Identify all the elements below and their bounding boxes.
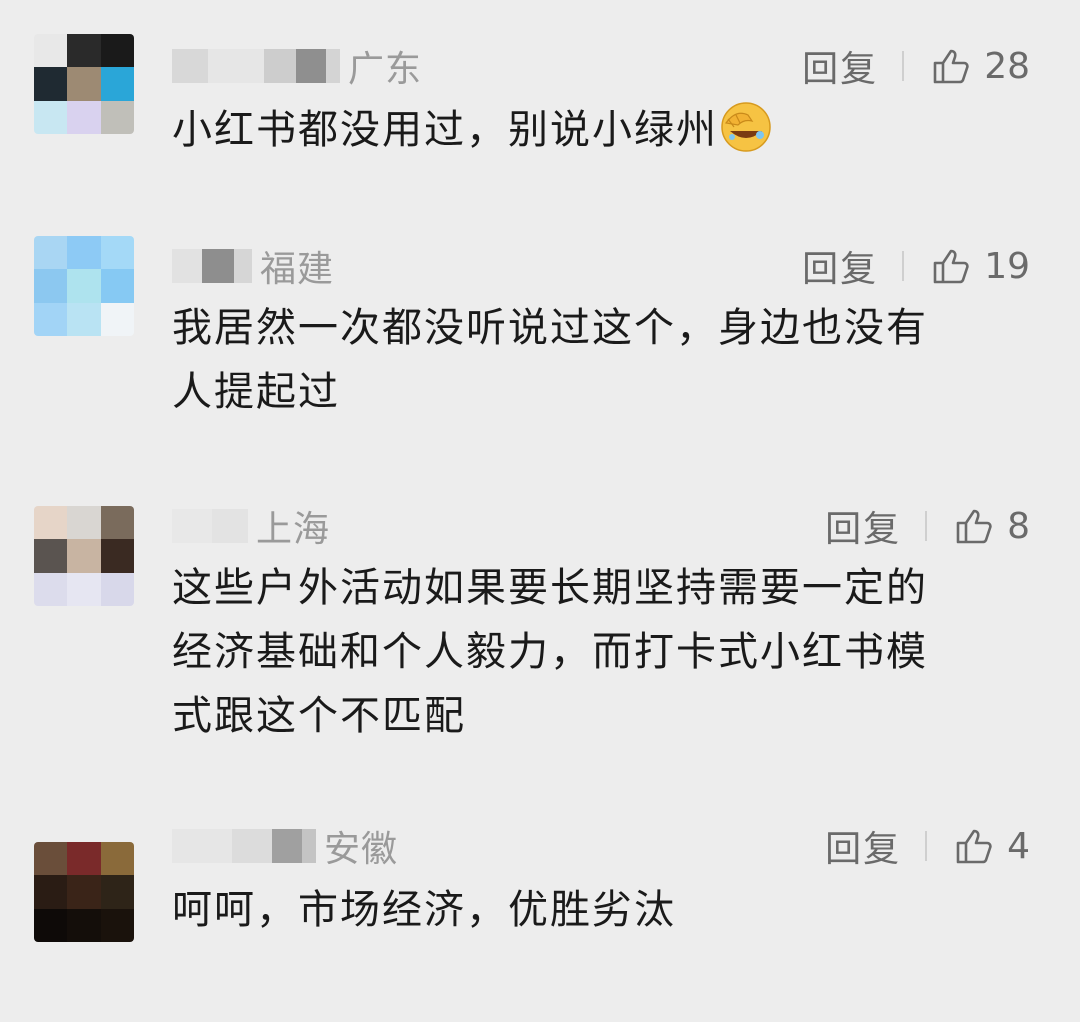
- comment-header: 安徽: [172, 816, 398, 876]
- comment-text: 这些户外活动如果要长期坚持需要一定的 经济基础和个人毅力，而打卡式小红书模 式跟…: [172, 556, 1032, 748]
- comment-actions: 回复 8: [825, 496, 1030, 556]
- action-divider: [902, 251, 905, 281]
- comment-header: 广东: [172, 36, 422, 96]
- comment-text: 小红书都没用过，别说小绿州: [172, 98, 1032, 162]
- action-divider: [925, 831, 928, 861]
- reply-button[interactable]: 回复: [825, 820, 901, 872]
- thumbs-up-icon[interactable]: [953, 825, 995, 867]
- thumbs-up-icon[interactable]: [930, 45, 972, 87]
- thumbs-up-icon[interactable]: [953, 505, 995, 547]
- comment-actions: 回复 4: [825, 816, 1030, 876]
- comment-text-line: 呵呵，市场经济，优胜劣汰: [172, 887, 676, 933]
- avatar[interactable]: [34, 34, 134, 134]
- comment-actions: 回复 28: [802, 36, 1030, 96]
- reply-button[interactable]: 回复: [825, 500, 901, 552]
- region-label: 广东: [348, 49, 423, 90]
- action-divider: [925, 511, 928, 541]
- reply-button[interactable]: 回复: [802, 240, 878, 292]
- like-count: 28: [984, 45, 1030, 87]
- thumbs-up-icon[interactable]: [930, 245, 972, 287]
- comment-actions: 回复 19: [802, 236, 1030, 296]
- comment-text-line: 这些户外活动如果要长期坚持需要一定的: [172, 565, 928, 611]
- region-label: 安徽: [324, 829, 399, 870]
- like-count: 19: [984, 245, 1030, 287]
- avatar[interactable]: [34, 506, 134, 606]
- avatar[interactable]: [34, 842, 134, 942]
- username-blurred[interactable]: [172, 506, 248, 546]
- region-label: 福建: [260, 249, 335, 290]
- comment-text-line: 式跟这个不匹配: [172, 693, 466, 739]
- facepalm-laugh-icon: [720, 101, 772, 153]
- avatar[interactable]: [34, 236, 134, 336]
- comment-text-line: 人提起过: [172, 369, 340, 415]
- comment-text-line: 经济基础和个人毅力，而打卡式小红书模: [172, 629, 928, 675]
- username-blurred[interactable]: [172, 246, 252, 286]
- reply-button[interactable]: 回复: [802, 40, 878, 92]
- like-count: 4: [1007, 825, 1030, 867]
- comment-text-line: 我居然一次都没听说过这个，身边也没有: [172, 305, 928, 351]
- region-label: 上海: [256, 509, 331, 550]
- comment-text: 呵呵，市场经济，优胜劣汰: [172, 878, 1032, 942]
- action-divider: [902, 51, 905, 81]
- username-blurred[interactable]: [172, 46, 340, 86]
- comment-text: 我居然一次都没听说过这个，身边也没有 人提起过: [172, 296, 1032, 424]
- comment-header: 上海: [172, 496, 330, 556]
- comment-text-line: 小红书都没用过，别说小绿州: [172, 107, 718, 153]
- comment-header: 福建: [172, 236, 334, 296]
- like-count: 8: [1007, 505, 1030, 547]
- username-blurred[interactable]: [172, 826, 316, 866]
